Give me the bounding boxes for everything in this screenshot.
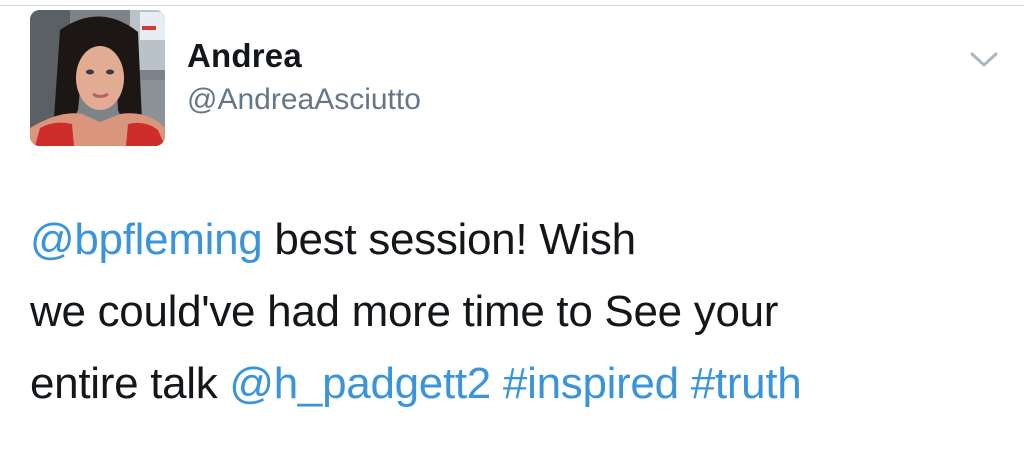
mention-link[interactable]: @bpfleming	[30, 215, 263, 264]
tweet-text-segment: we could've had more time to See your	[30, 287, 779, 336]
hashtag-link[interactable]: #inspired	[503, 359, 679, 408]
tweet-text-segment	[491, 359, 503, 408]
top-divider	[0, 5, 1024, 6]
mention-link[interactable]: @h_padgett2	[229, 359, 491, 408]
tweet-line: we could've had more time to See your	[30, 276, 990, 348]
tweet-text: @bpfleming best session! Wish we could've…	[30, 204, 990, 420]
tweet-text-segment: best session! Wish	[262, 215, 636, 264]
tweet-text-segment: entire talk	[30, 359, 230, 408]
avatar[interactable]	[30, 10, 165, 146]
display-name[interactable]: Andrea	[187, 36, 302, 76]
user-handle[interactable]: @AndreaAsciutto	[187, 82, 421, 118]
chevron-down-icon[interactable]	[968, 48, 1000, 70]
tweet-text-segment	[679, 359, 691, 408]
profile-photo-icon	[30, 10, 165, 146]
tweet-line: entire talk @h_padgett2 #inspired #truth	[30, 348, 990, 420]
tweet-line: @bpfleming best session! Wish	[30, 204, 990, 276]
hashtag-link[interactable]: #truth	[691, 359, 802, 408]
